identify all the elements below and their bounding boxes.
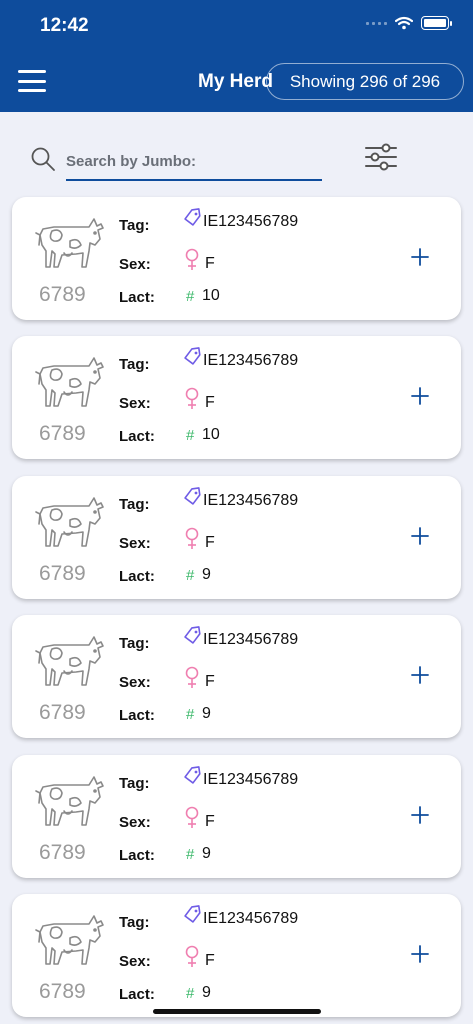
tag-value: IE123456789 [203,352,299,370]
search-input[interactable] [66,143,322,181]
page-title: My Herd [198,71,273,92]
lactation-label: Lact: [119,428,155,446]
female-icon [184,666,200,695]
hash-icon: # [186,845,195,863]
add-button[interactable] [409,664,431,686]
tag-label: Tag: [119,356,150,374]
sex-value: F [205,673,215,691]
status-icons [366,16,452,30]
add-button[interactable] [409,246,431,268]
female-icon [184,806,200,835]
home-indicator [153,1009,321,1014]
app-header: 12:42 My Herd Showing 296 of 296 [0,0,473,112]
sex-label: Sex: [119,256,151,273]
lactation-label: Lact: [119,289,155,306]
jumbo-number: 6789 [39,980,86,1003]
battery-icon [421,16,452,30]
lactation-value: 9 [202,565,211,583]
tag-value: IE123456789 [203,631,299,649]
jumbo-number: 6789 [39,283,86,306]
animal-card[interactable]: 6789 Tag: Sex: Lact: IE123456789 F # 10 [12,197,461,320]
sex-label: Sex: [119,813,151,831]
jumbo-number: 6789 [39,701,86,725]
animal-card[interactable]: 6789 Tag: Sex: Lact: IE123456789 F # 9 [12,894,461,1017]
female-icon [184,387,200,416]
lactation-label: Lact: [119,567,155,585]
lactation-label: Lact: [119,846,155,864]
add-button[interactable] [409,385,431,407]
female-icon [184,945,200,974]
cow-icon [34,215,108,276]
tag-label: Tag: [119,774,150,792]
animal-card[interactable]: 6789 Tag: Sex: Lact: IE123456789 F # 9 [12,475,461,599]
add-button[interactable] [409,525,431,547]
tag-icon [182,626,202,651]
sex-value: F [205,533,215,551]
add-button[interactable] [409,943,431,965]
female-icon [184,248,200,277]
tag-value: IE123456789 [203,770,299,788]
animal-card[interactable]: 6789 Tag: Sex: Lact: IE123456789 F # 9 [12,615,461,739]
lactation-value: 9 [202,705,211,723]
jumbo-number: 6789 [39,840,86,864]
tag-icon [182,208,202,233]
tag-label: Tag: [119,635,150,653]
hash-icon: # [186,985,195,1002]
cow-icon [34,773,108,834]
lactation-value: 9 [202,844,211,862]
tag-icon [182,905,202,930]
lactation-value: 9 [202,984,211,1001]
sex-value: F [205,255,215,272]
add-button[interactable] [409,804,431,826]
sex-label: Sex: [119,953,151,970]
hash-icon: # [186,566,195,584]
sex-value: F [205,812,215,830]
lactation-value: 10 [202,287,220,304]
sex-label: Sex: [119,534,151,552]
animal-card[interactable]: 6789 Tag: Sex: Lact: IE123456789 F # 10 [12,336,461,460]
cow-icon [34,494,108,555]
status-time: 12:42 [40,15,89,36]
cow-icon [34,354,108,415]
lactation-label: Lact: [119,707,155,725]
hash-icon: # [186,427,195,445]
herd-count-badge: Showing 296 of 296 [266,63,464,100]
jumbo-number: 6789 [39,422,86,446]
cow-icon [34,912,108,973]
sex-label: Sex: [119,674,151,692]
female-icon [184,527,200,556]
tag-value: IE123456789 [203,213,299,230]
sex-value: F [205,952,215,969]
tag-label: Tag: [119,495,150,513]
tag-icon [182,347,202,372]
tag-value: IE123456789 [203,910,299,927]
tag-label: Tag: [119,217,150,234]
hash-icon: # [186,706,195,724]
cow-icon [34,633,108,694]
tag-icon [182,765,202,791]
signal-icon [366,21,387,25]
tag-label: Tag: [119,914,150,931]
lactation-value: 10 [202,426,220,444]
search-icon [30,146,56,177]
sex-value: F [205,394,215,412]
tag-icon [182,486,202,512]
lactation-label: Lact: [119,986,155,1003]
sex-label: Sex: [119,395,151,413]
tag-value: IE123456789 [203,491,299,509]
wifi-icon [395,16,413,30]
animal-card[interactable]: 6789 Tag: Sex: Lact: IE123456789 F # 9 [12,754,461,878]
jumbo-number: 6789 [39,561,86,585]
hamburger-icon[interactable] [18,70,46,92]
sliders-icon[interactable] [364,143,398,176]
hash-icon: # [186,288,195,305]
